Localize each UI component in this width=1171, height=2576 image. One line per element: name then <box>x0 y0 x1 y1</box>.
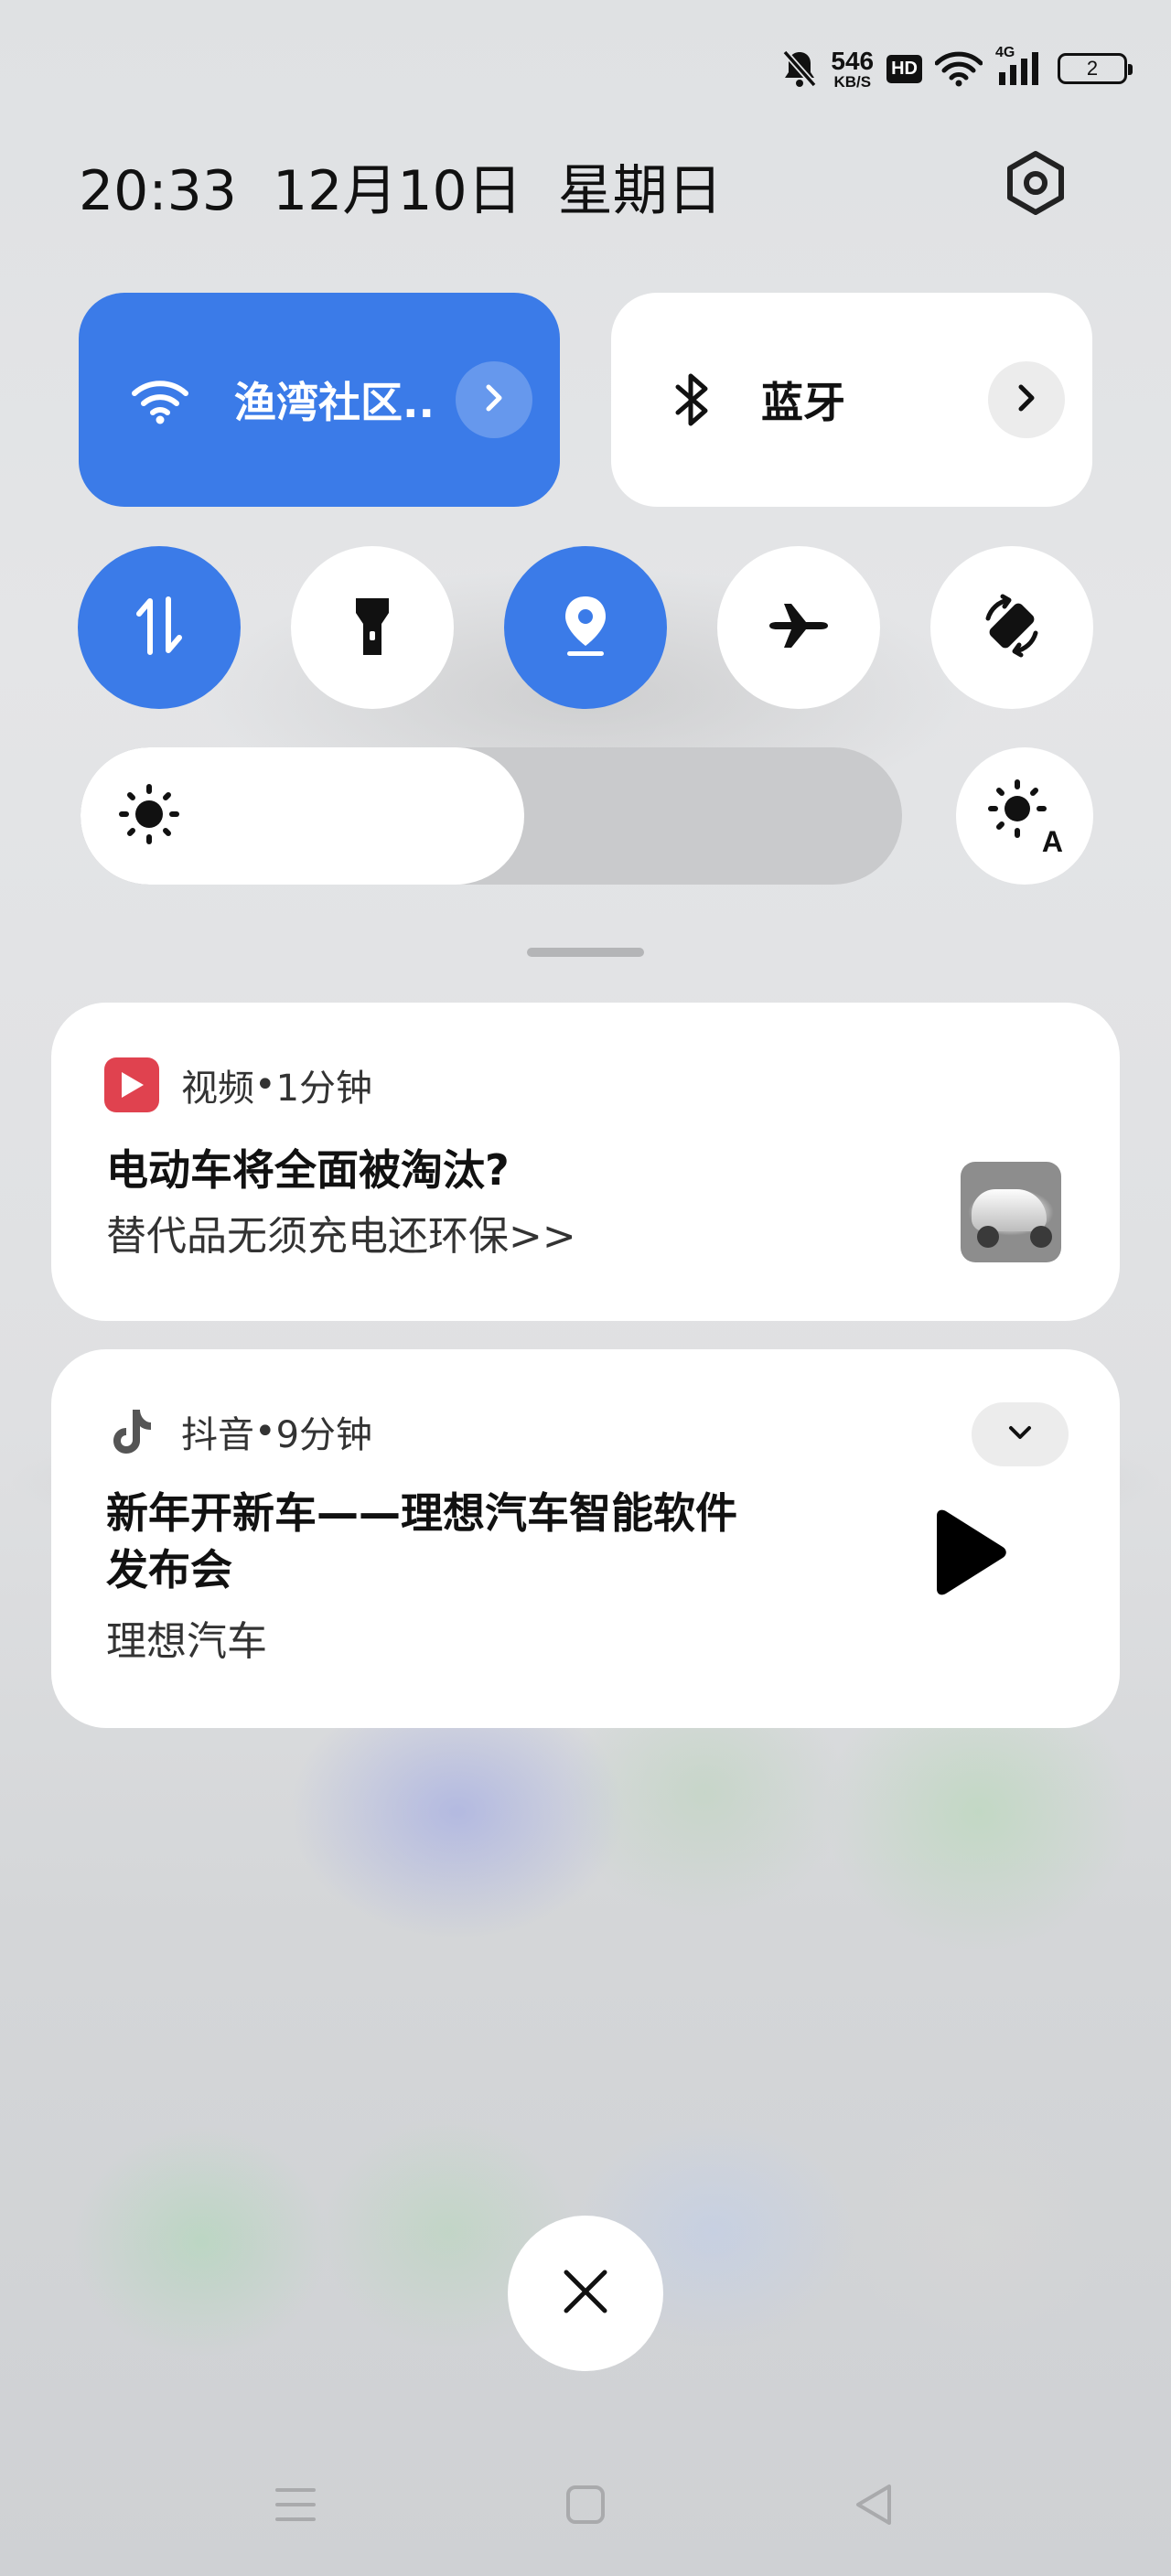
notification-card-video[interactable]: 视频 • 1分钟 电动车将全面被淘汰? 替代品无须充电还环保>> <box>51 1003 1120 1321</box>
expand-notification-button[interactable] <box>972 1402 1069 1466</box>
wifi-icon <box>935 50 983 87</box>
notification-separator: • <box>254 1064 276 1106</box>
network-speed: 546 KB/S <box>831 48 874 90</box>
wifi-details-button[interactable] <box>456 361 532 438</box>
douyin-app-icon <box>104 1404 159 1459</box>
notification-header: 视频 • 1分钟 <box>104 1057 372 1112</box>
navigation-bar <box>0 2470 1171 2543</box>
panel-drag-handle[interactable] <box>527 948 644 957</box>
notification-body: 替代品无须充电还环保>> <box>106 1213 576 1260</box>
recents-button[interactable] <box>259 2470 332 2543</box>
bluetooth-label: 蓝牙 <box>761 378 845 427</box>
back-triangle-icon <box>853 2483 895 2530</box>
bluetooth-tile[interactable]: 蓝牙 <box>611 293 1092 507</box>
battery-level: 2 <box>1086 57 1099 80</box>
status-bar: 546 KB/S HD 4G 2 <box>781 37 1133 101</box>
mobile-data-toggle[interactable] <box>78 546 241 709</box>
rotate-icon <box>977 591 1047 664</box>
menu-icon <box>274 2485 317 2528</box>
auto-brightness-icon: A <box>988 779 1065 856</box>
wifi-network-name: 渔湾社区.. <box>234 378 435 427</box>
airplane-mode-toggle[interactable] <box>717 546 880 709</box>
notification-header: 抖音 • 9分钟 <box>104 1404 372 1459</box>
video-app-icon <box>104 1057 159 1112</box>
play-icon <box>926 1509 1010 1602</box>
airplane-icon <box>766 598 832 657</box>
brightness-slider[interactable] <box>81 747 902 885</box>
date-label: 12月10日 <box>273 159 522 223</box>
notification-body: 理想汽车 <box>106 1618 267 1665</box>
signal-icon: 4G <box>995 45 1045 87</box>
location-toggle[interactable] <box>504 546 667 709</box>
chevron-right-icon <box>1014 381 1039 418</box>
auto-rotate-toggle[interactable] <box>930 546 1093 709</box>
bell-muted-icon <box>781 48 818 89</box>
notification-app-name: 视频 <box>181 1068 254 1110</box>
bluetooth-icon <box>661 368 725 432</box>
flashlight-toggle[interactable] <box>291 546 454 709</box>
network-type-label: 4G <box>995 45 1015 60</box>
notification-title: 电动车将全面被淘汰? <box>106 1145 510 1195</box>
settings-button[interactable] <box>997 146 1074 223</box>
notification-separator: • <box>254 1411 276 1453</box>
notification-time: 1分钟 <box>275 1068 373 1110</box>
network-speed-unit: KB/S <box>833 72 872 91</box>
network-speed-value: 546 <box>831 46 875 75</box>
home-button[interactable] <box>549 2470 622 2543</box>
wifi-icon <box>128 368 192 432</box>
chevron-right-icon <box>481 381 507 418</box>
back-button[interactable] <box>837 2470 910 2543</box>
home-square-icon <box>564 2484 607 2529</box>
notification-thumbnail <box>961 1162 1061 1262</box>
brightness-icon <box>117 782 181 850</box>
date-time: 20:33 12月10日 星期日 <box>79 146 741 226</box>
chevron-down-icon <box>1006 1423 1034 1445</box>
close-icon <box>561 2267 610 2320</box>
auto-brightness-label: A <box>1039 825 1065 858</box>
play-button[interactable] <box>926 1507 1010 1602</box>
wifi-tile[interactable]: 渔湾社区.. <box>79 293 560 507</box>
auto-brightness-button[interactable]: A <box>956 747 1093 885</box>
hd-badge: HD <box>886 54 922 83</box>
clear-notifications-button[interactable] <box>508 2216 663 2371</box>
clock-time: 20:33 <box>79 159 237 223</box>
location-icon <box>560 593 611 662</box>
battery-icon: 2 <box>1058 53 1133 84</box>
notification-card-douyin[interactable]: 抖音 • 9分钟 新年开新车——理想汽车智能软件发布会 理想汽车 <box>51 1349 1120 1728</box>
settings-icon <box>1004 150 1067 220</box>
data-transfer-icon <box>132 594 187 661</box>
notification-time: 9分钟 <box>275 1414 373 1456</box>
notification-title: 新年开新车——理想汽车智能软件发布会 <box>106 1488 737 1594</box>
bluetooth-details-button[interactable] <box>988 361 1065 438</box>
flashlight-icon <box>352 593 392 662</box>
notification-app-name: 抖音 <box>181 1414 254 1456</box>
weekday-label: 星期日 <box>557 159 723 223</box>
